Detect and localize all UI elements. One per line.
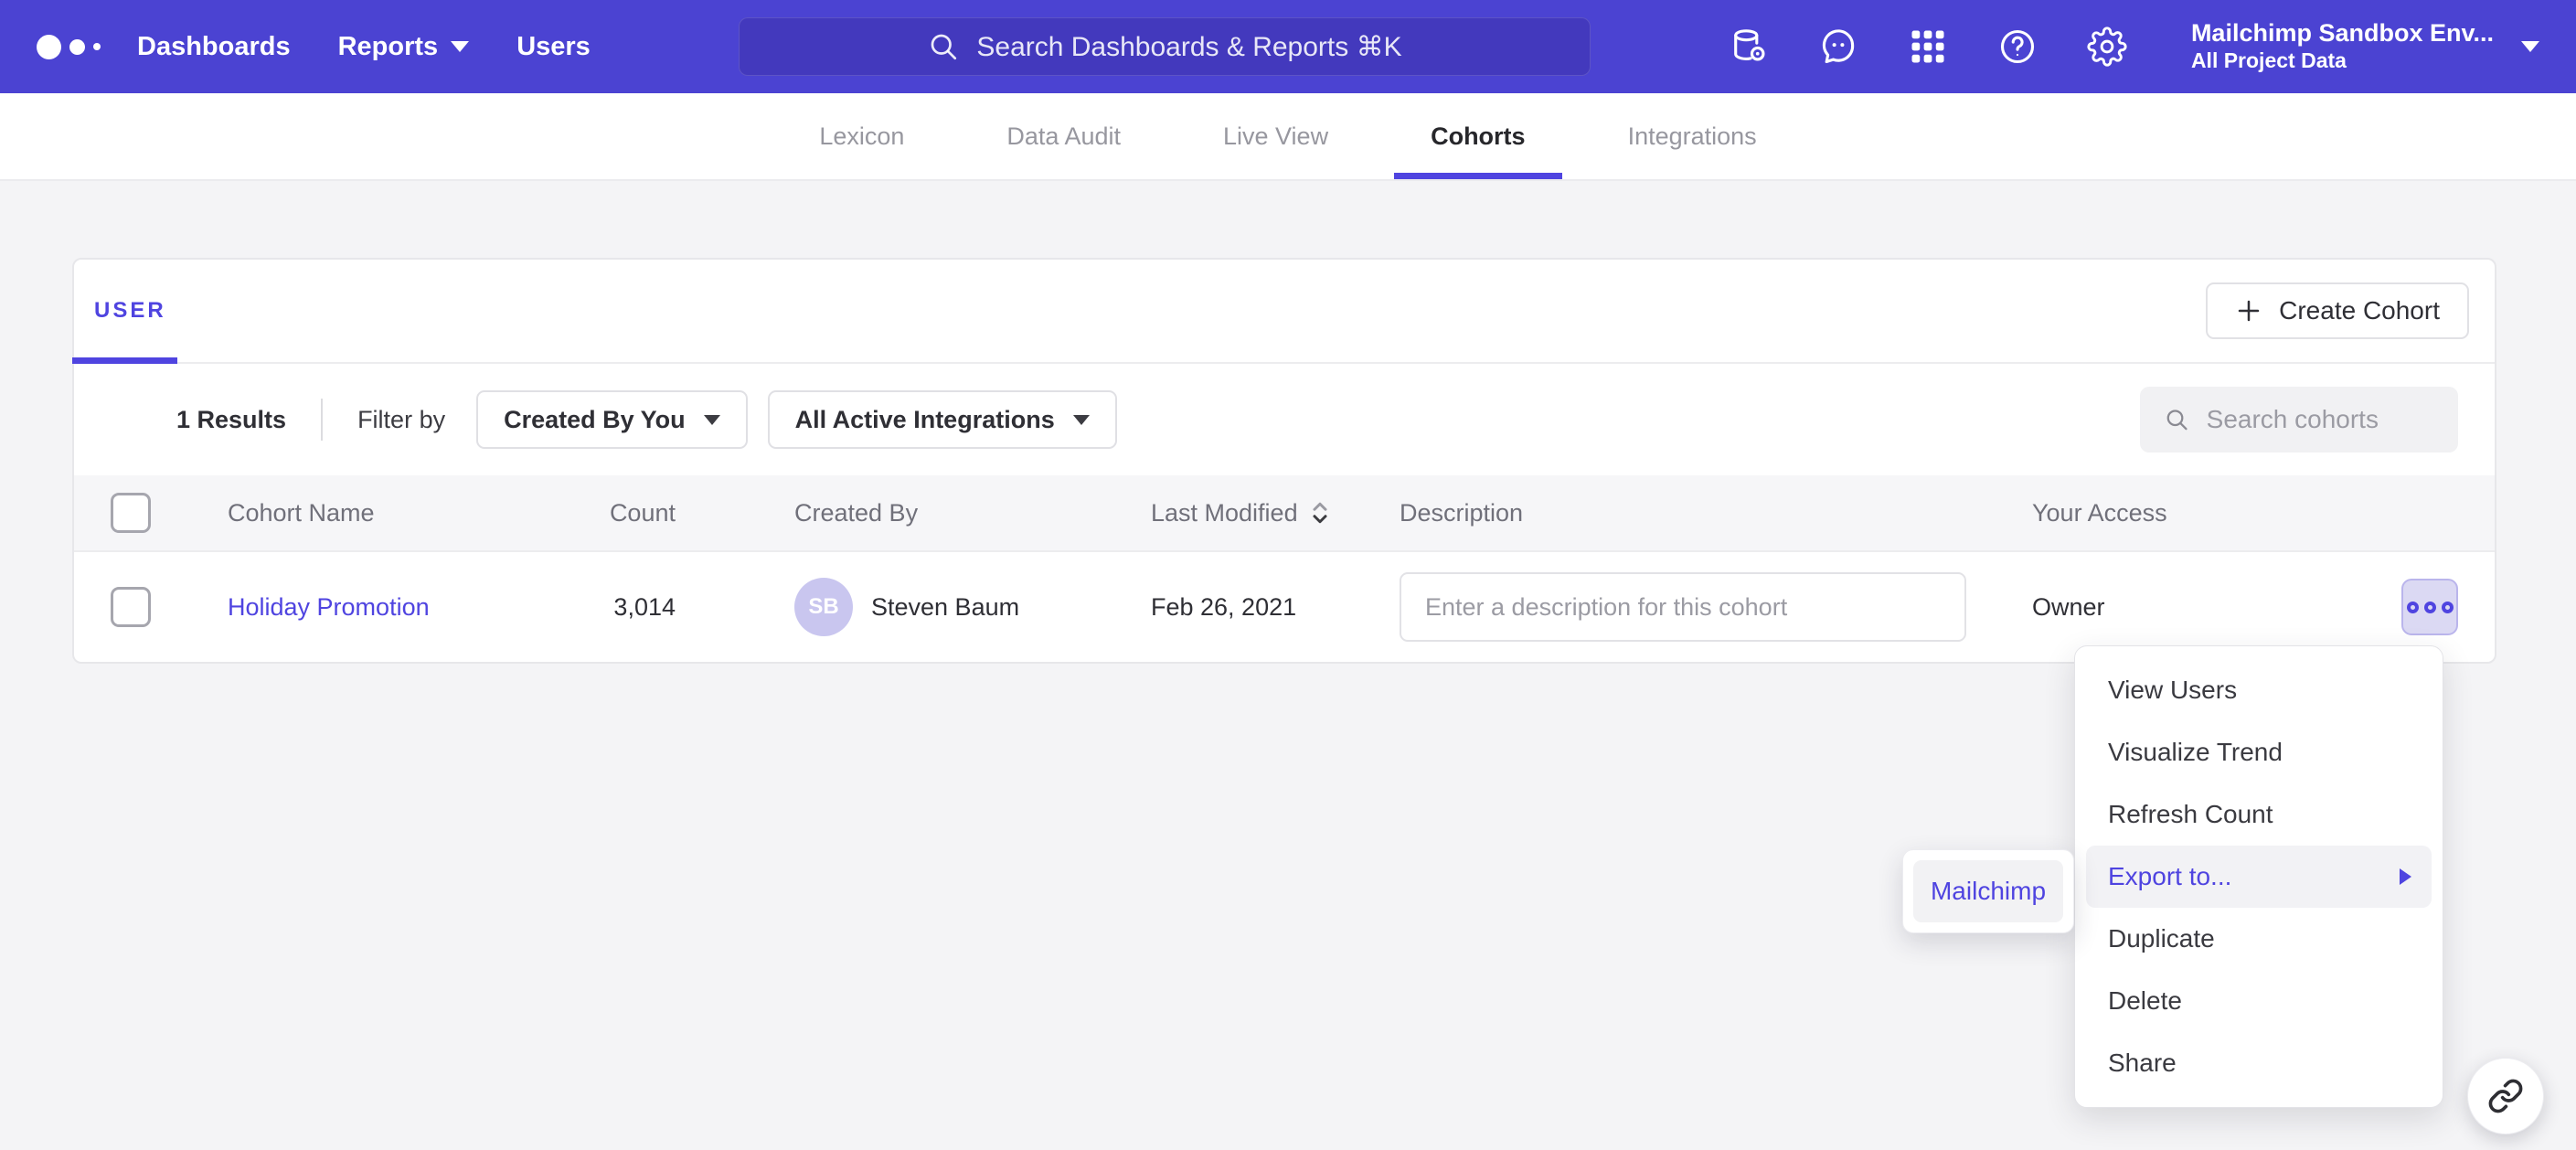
nav-users-label: Users	[516, 32, 591, 62]
section-tabbar: Lexicon Data Audit Live View Cohorts Int…	[0, 93, 2576, 181]
filter-toolbar: 1 Results Filter by Created By You All A…	[74, 364, 2495, 475]
logo-dot-medium	[69, 39, 85, 55]
row-checkbox[interactable]	[111, 587, 151, 627]
search-icon	[927, 30, 960, 63]
project-name: Mailchimp Sandbox Env...	[2191, 18, 2494, 48]
link-icon	[2487, 1078, 2524, 1114]
column-created-by: Created By	[794, 499, 1151, 527]
apps-grid-icon[interactable]	[1908, 27, 1948, 67]
more-dot	[2407, 602, 2419, 613]
menu-item-export-to-label: Export to...	[2108, 862, 2231, 891]
chevron-down-icon	[1073, 415, 1090, 425]
mixpanel-logo[interactable]	[37, 35, 137, 59]
copy-link-button[interactable]	[2467, 1058, 2544, 1134]
help-icon[interactable]	[1997, 27, 2038, 67]
submenu-item-mailchimp[interactable]: Mailchimp	[1913, 860, 2063, 922]
column-description: Description	[1400, 499, 2032, 527]
column-last-modified-label: Last Modified	[1151, 499, 1298, 527]
more-dot	[2442, 602, 2454, 613]
menu-item-delete[interactable]: Delete	[2075, 970, 2443, 1032]
submenu-arrow-icon	[2400, 868, 2411, 885]
create-cohort-button[interactable]: Create Cohort	[2206, 282, 2469, 339]
data-management-icon[interactable]	[1729, 27, 1769, 67]
description-input[interactable]	[1400, 572, 1966, 642]
logo-dot-small	[93, 43, 101, 50]
nav-dashboards-label: Dashboards	[137, 32, 291, 62]
tab-user-cohorts[interactable]: USER	[94, 298, 166, 324]
menu-item-visualize-trend[interactable]: Visualize Trend	[2075, 721, 2443, 783]
avatar: SB	[794, 578, 853, 636]
created-by-filter-dropdown[interactable]: Created By You	[476, 390, 748, 449]
cohorts-panel: USER Create Cohort 1 Results Filter by C…	[72, 258, 2496, 664]
row-actions-button[interactable]	[2401, 579, 2458, 635]
column-cohort-name: Cohort Name	[228, 499, 502, 527]
project-switcher[interactable]: Mailchimp Sandbox Env... All Project Dat…	[2191, 18, 2539, 75]
cohorts-panel-header: USER Create Cohort	[74, 260, 2495, 364]
menu-item-duplicate[interactable]: Duplicate	[2075, 908, 2443, 970]
created-by-name: Steven Baum	[871, 593, 1019, 622]
last-modified-date: Feb 26, 2021	[1151, 593, 1400, 622]
created-by-filter-value: Created By You	[504, 406, 686, 434]
access-level: Owner	[2032, 593, 2379, 622]
cohort-count: 3,014	[502, 593, 676, 622]
chevron-down-icon	[2521, 41, 2539, 52]
logo-dot-large	[37, 35, 61, 59]
menu-item-share[interactable]: Share	[2075, 1032, 2443, 1094]
export-submenu: Mailchimp	[1902, 849, 2074, 933]
settings-gear-icon[interactable]	[2087, 27, 2127, 67]
integrations-filter-dropdown[interactable]: All Active Integrations	[768, 390, 1117, 449]
nav-item-users[interactable]: Users	[516, 32, 591, 62]
nav-item-dashboards[interactable]: Dashboards	[137, 32, 291, 62]
global-search-placeholder: Search Dashboards & Reports ⌘K	[976, 31, 1401, 63]
plus-icon	[2235, 297, 2262, 325]
project-info: Mailchimp Sandbox Env... All Project Dat…	[2191, 18, 2494, 75]
tab-cohorts[interactable]: Cohorts	[1394, 93, 1562, 179]
cohort-name-link[interactable]: Holiday Promotion	[228, 593, 430, 621]
results-count: 1 Results	[176, 406, 286, 434]
row-actions-menu: View Users Visualize Trend Refresh Count…	[2074, 645, 2443, 1108]
cohort-search-field	[2140, 387, 2458, 453]
tab-integrations[interactable]: Integrations	[1591, 93, 1794, 179]
nav-item-reports[interactable]: Reports	[338, 32, 470, 62]
active-tab-underline	[72, 357, 177, 364]
top-nav-right: Mailchimp Sandbox Env... All Project Dat…	[1729, 18, 2539, 75]
tab-lexicon[interactable]: Lexicon	[782, 93, 941, 179]
column-last-modified[interactable]: Last Modified	[1151, 499, 1400, 527]
chevron-down-icon	[704, 415, 720, 425]
chevron-down-icon	[451, 41, 469, 52]
column-your-access: Your Access	[2032, 499, 2379, 527]
divider	[321, 399, 323, 441]
select-all-checkbox[interactable]	[111, 493, 151, 533]
sort-icon	[1309, 499, 1331, 527]
top-navigation: Dashboards Reports Users Search Dashboar…	[0, 0, 2576, 93]
menu-item-refresh-count[interactable]: Refresh Count	[2075, 783, 2443, 846]
more-dot	[2424, 602, 2436, 613]
menu-item-export-to[interactable]: Export to...	[2086, 846, 2432, 908]
global-search-button[interactable]: Search Dashboards & Reports ⌘K	[739, 17, 1591, 76]
column-count: Count	[502, 499, 676, 527]
filter-by-label: Filter by	[357, 406, 445, 434]
tab-live-view[interactable]: Live View	[1187, 93, 1365, 179]
menu-item-view-users[interactable]: View Users	[2075, 659, 2443, 721]
table-header: Cohort Name Count Created By Last Modifi…	[74, 475, 2495, 552]
integrations-filter-value: All Active Integrations	[795, 406, 1055, 434]
project-scope: All Project Data	[2191, 48, 2494, 75]
create-cohort-label: Create Cohort	[2279, 296, 2440, 325]
search-icon	[2164, 404, 2190, 435]
cohort-search-input[interactable]	[2207, 405, 2434, 434]
nav-reports-label: Reports	[338, 32, 439, 62]
tab-data-audit[interactable]: Data Audit	[970, 93, 1157, 179]
feedback-icon[interactable]	[1818, 27, 1858, 67]
